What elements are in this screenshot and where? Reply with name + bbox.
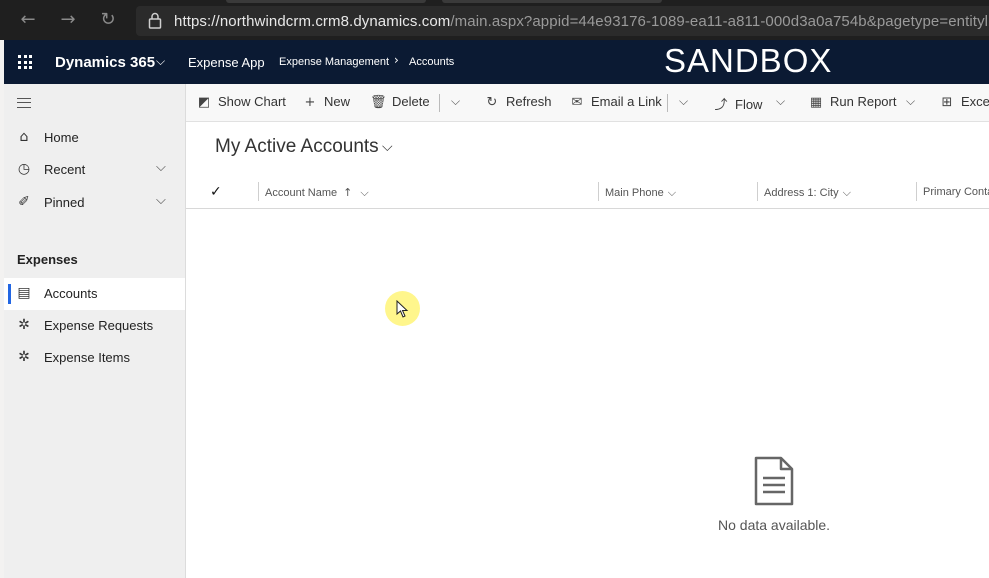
sort-ascending-icon: ↑ (343, 186, 353, 199)
app-header: Dynamics 365 ⌵ Expense App Expense Manag… (4, 40, 989, 84)
flow-label: Flow (735, 97, 763, 112)
nav-item-accounts[interactable]: ▤ Accounts (4, 278, 185, 310)
chevron-right-icon: › (394, 53, 399, 67)
chevron-down-icon[interactable]: ⌵ (156, 193, 166, 208)
reload-icon[interactable]: ↻ (96, 8, 120, 32)
report-icon: ▦ (809, 95, 823, 110)
refresh-label: Refresh (506, 94, 552, 109)
flow-icon: ⤴ (714, 98, 728, 113)
command-divider (667, 94, 668, 112)
url-path: /main.aspx?appid=44e93176-1089-ea11-a811… (450, 13, 989, 30)
product-name[interactable]: Dynamics 365 (55, 54, 155, 71)
nav-item-recent[interactable]: ◷ Recent ⌵ (4, 154, 185, 186)
column-label: Address 1: City (764, 187, 839, 199)
puzzle-icon: ✲ (18, 317, 30, 333)
new-label: New (324, 94, 351, 109)
show-chart-button[interactable]: ◩ Show Chart (196, 94, 286, 114)
nav-item-home[interactable]: ⌂ Home (4, 122, 185, 154)
delete-button[interactable]: 🗑 Delete (370, 94, 430, 114)
plus-icon: + (304, 95, 316, 110)
email-link-button[interactable]: ✉ Email a Link (569, 94, 662, 114)
back-icon[interactable]: ← (16, 8, 40, 32)
mouse-pointer-icon (396, 300, 409, 318)
view-selector[interactable]: My Active Accounts (215, 136, 379, 158)
clock-icon: ◷ (17, 161, 31, 177)
app-launcher-icon[interactable] (18, 55, 32, 69)
excel-button[interactable]: ⊞ Excel (939, 94, 989, 114)
column-divider (258, 182, 259, 201)
browser-toolbar: ← → ↻ https://northwindcrm.crm8.dynamics… (0, 0, 989, 40)
nav-item-expense-items[interactable]: ✲ Expense Items (4, 342, 185, 374)
url-text[interactable]: https://northwindcrm.crm8.dynamics.com/m… (174, 13, 989, 30)
nav-item-label: Home (44, 130, 79, 145)
column-header-primary-contact[interactable]: Primary Conta (923, 186, 989, 198)
chevron-down-icon[interactable]: ⌵ (360, 186, 368, 199)
chevron-down-icon[interactable]: ⌵ (668, 186, 676, 199)
nav-item-pinned[interactable]: ✐ Pinned ⌵ (4, 187, 185, 219)
trash-icon: 🗑 (370, 95, 387, 110)
puzzle-icon: ✲ (18, 349, 30, 365)
app-name[interactable]: Expense App (188, 55, 265, 70)
breadcrumb-current[interactable]: Accounts (409, 56, 454, 68)
chevron-down-icon[interactable]: ⌵ (843, 186, 851, 199)
excel-icon: ⊞ (941, 95, 953, 110)
nav-item-label: Pinned (44, 195, 85, 210)
chevron-down-icon[interactable]: ⌵ (451, 94, 460, 109)
chevron-down-icon[interactable]: ⌵ (156, 160, 166, 175)
hamburger-icon[interactable] (17, 98, 31, 108)
nav-item-expense-requests[interactable]: ✲ Expense Requests (4, 310, 185, 342)
column-divider (757, 182, 758, 201)
nav-group-label: Expenses (17, 252, 78, 267)
account-icon: ▤ (17, 285, 31, 301)
email-link-label: Email a Link (591, 94, 662, 109)
browser-tab[interactable] (226, 0, 426, 3)
main-content: ◩ Show Chart + New 🗑 Delete ⌵ ↻ Refresh ✉ Ema… (186, 84, 989, 578)
nav-item-label: Expense Items (44, 350, 130, 365)
chevron-down-icon[interactable]: ⌵ (679, 94, 688, 109)
new-button[interactable]: + New (302, 94, 350, 114)
sitemap-nav: ⌂ Home ◷ Recent ⌵ ✐ Pinned ⌵ Expenses ▤ … (4, 84, 186, 578)
run-report-button[interactable]: ▦ Run Report (808, 94, 897, 114)
forward-icon[interactable]: → (56, 8, 80, 32)
column-header-city[interactable]: Address 1: City ⌵ (764, 186, 851, 200)
grid-header: ✓ Account Name ↑ ⌵ Main Phone ⌵ Address 1: … (186, 176, 989, 209)
email-icon: ✉ (571, 95, 583, 110)
nav-item-label: Accounts (44, 286, 98, 301)
chart-icon: ◩ (197, 95, 211, 110)
flow-button[interactable]: ⤴ Flow (713, 94, 762, 114)
environment-banner: SANDBOX (664, 42, 833, 79)
column-divider (598, 182, 599, 201)
refresh-button[interactable]: ↻ Refresh (484, 94, 552, 114)
url-host: https://northwindcrm.crm8.dynamics.com (174, 13, 451, 30)
screenshot-frame: ← → ↻ https://northwindcrm.crm8.dynamics… (0, 0, 989, 578)
empty-document-icon (754, 456, 794, 506)
nav-item-label: Expense Requests (44, 318, 154, 333)
column-label: Primary Conta (923, 186, 989, 198)
breadcrumb-area[interactable]: Expense Management (279, 56, 389, 68)
show-chart-label: Show Chart (218, 94, 286, 109)
chevron-down-icon[interactable]: ⌵ (382, 139, 393, 155)
chevron-down-icon[interactable]: ⌵ (156, 54, 165, 69)
delete-label: Delete (392, 94, 430, 109)
column-header-main-phone[interactable]: Main Phone ⌵ (605, 186, 676, 200)
column-label: Account Name (265, 187, 338, 199)
home-icon: ⌂ (19, 129, 29, 145)
chevron-down-icon[interactable]: ⌵ (906, 94, 915, 109)
empty-state-message: No data available. (718, 517, 831, 533)
select-all-checkmark-icon[interactable]: ✓ (210, 184, 222, 200)
nav-item-label: Recent (44, 162, 86, 177)
pin-icon: ✐ (18, 194, 30, 210)
column-header-account-name[interactable]: Account Name ↑ ⌵ (265, 186, 369, 200)
command-divider (439, 94, 440, 112)
refresh-icon: ↻ (486, 95, 498, 110)
chevron-down-icon[interactable]: ⌵ (776, 94, 785, 109)
browser-tab[interactable] (442, 0, 662, 3)
excel-label: Excel (961, 94, 989, 109)
lock-icon (148, 12, 162, 29)
run-report-label: Run Report (830, 94, 897, 109)
column-label: Main Phone (605, 187, 664, 199)
command-bar: ◩ Show Chart + New 🗑 Delete ⌵ ↻ Refresh ✉ Ema… (186, 84, 989, 122)
column-divider (916, 182, 917, 201)
